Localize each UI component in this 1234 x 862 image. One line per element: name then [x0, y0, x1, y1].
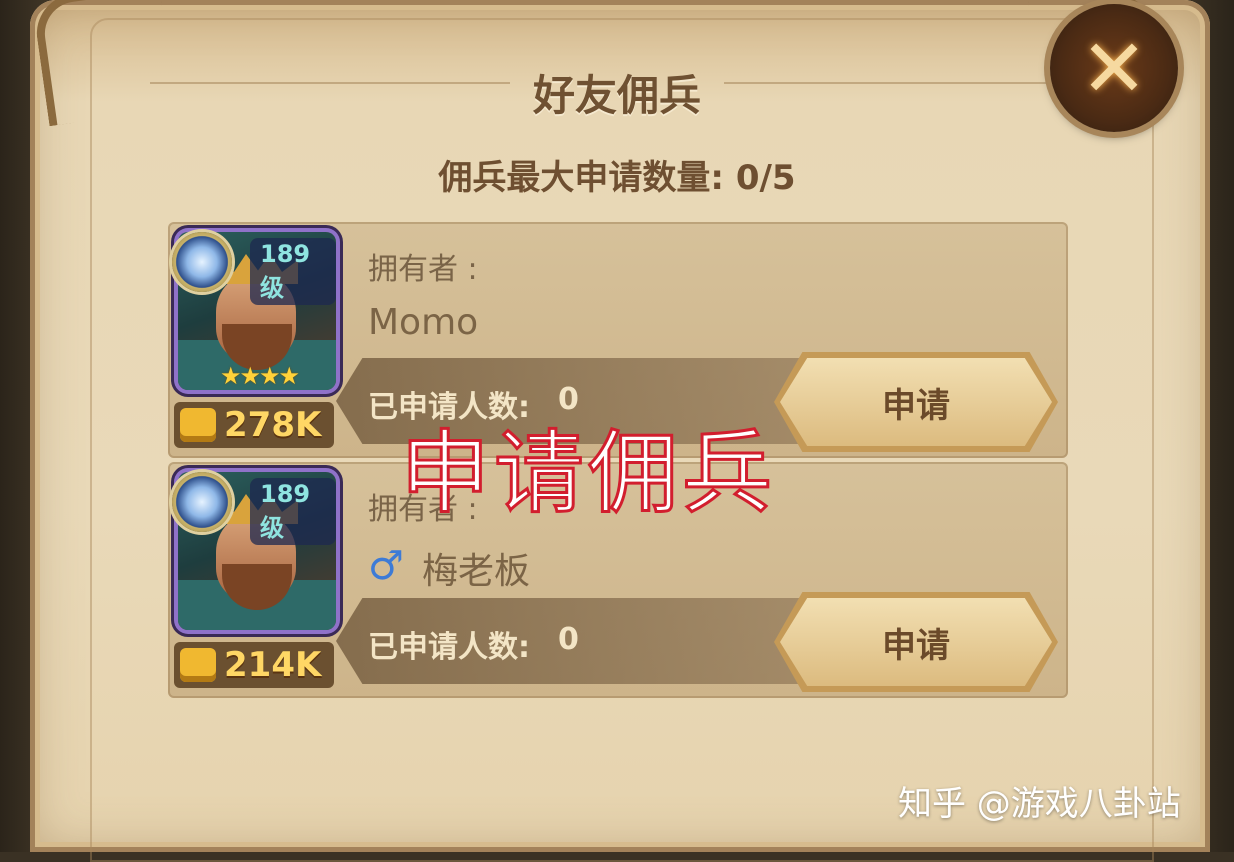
- power-value: 278K: [224, 405, 322, 445]
- overlay-caption: 申请佣兵: [399, 420, 776, 528]
- hero-level-badge: 189级: [250, 478, 336, 545]
- apply-count-value: 0: [558, 622, 579, 657]
- fist-icon: [180, 648, 216, 682]
- power-display: 214K: [174, 642, 334, 688]
- owner-name: 梅老板: [422, 551, 531, 592]
- fist-icon: [180, 408, 216, 442]
- apply-count-label: 已申请人数:: [368, 630, 530, 665]
- male-gender-icon: ♂: [368, 543, 404, 589]
- apply-limit-text: 佣兵最大申请数量: 0/5: [438, 158, 796, 198]
- power-value: 214K: [224, 645, 322, 685]
- apply-button[interactable]: 申请: [780, 598, 1052, 686]
- source-credit-watermark: 知乎 @游戏八卦站: [898, 784, 1181, 824]
- close-icon: ✕: [1080, 21, 1148, 115]
- owner-name: Momo: [368, 302, 479, 343]
- dialog-title: 好友佣兵: [532, 71, 701, 120]
- close-button[interactable]: ✕: [1050, 4, 1178, 132]
- hero-level-badge: 189级: [250, 238, 336, 305]
- rank-emblem-icon: [172, 232, 232, 292]
- power-display: 278K: [174, 402, 334, 448]
- star-rating: ★★★★: [220, 362, 300, 390]
- rank-emblem-icon: [172, 472, 232, 532]
- owner-label: 拥有者 :: [368, 252, 478, 287]
